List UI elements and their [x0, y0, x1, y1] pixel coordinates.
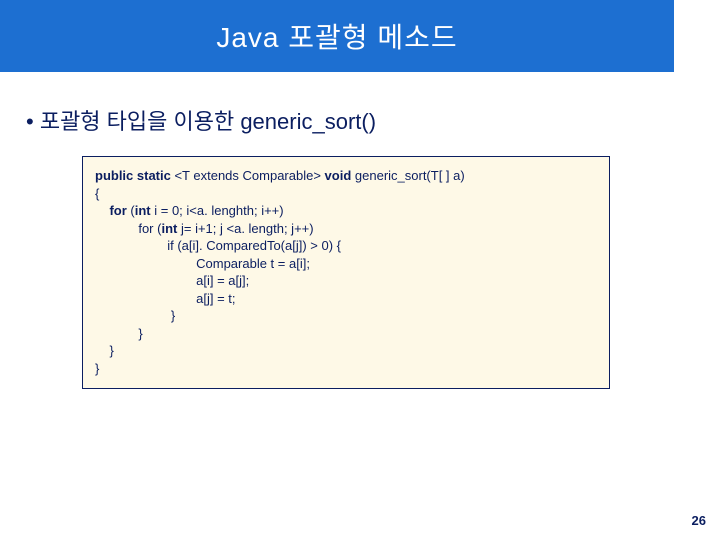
- code-line-5: if (a[i]. ComparedTo(a[j]) > 0) {: [95, 237, 597, 255]
- slide-title: Java 포괄형 메소드: [216, 16, 457, 56]
- kw-void: void: [321, 168, 351, 183]
- code-sig: generic_sort(T[ ] a): [351, 168, 464, 183]
- code-line-12: }: [95, 360, 597, 378]
- code-box: public static <T extends Comparable> voi…: [82, 156, 610, 389]
- title-bar: Java 포괄형 메소드: [0, 0, 674, 72]
- code-generic-decl: <T extends Comparable>: [174, 168, 320, 183]
- kw-for-1: for: [95, 203, 127, 218]
- code-line-2: {: [95, 185, 597, 203]
- code-line-8: a[j] = t;: [95, 290, 597, 308]
- code-line-10: }: [95, 325, 597, 343]
- code-line-1: public static <T extends Comparable> voi…: [95, 167, 597, 185]
- page-number: 26: [692, 513, 706, 528]
- code-line-4: for (int j= i+1; j <a. length; j++): [95, 220, 597, 238]
- code-line-9: }: [95, 307, 597, 325]
- code-l3d: i = 0; i<a. lenghth; i++): [151, 203, 284, 218]
- code-l3b: (: [127, 203, 135, 218]
- kw-int-2: int: [161, 221, 177, 236]
- code-line-11: }: [95, 342, 597, 360]
- bullet-text: 포괄형 타입을 이용한 generic_sort(): [40, 109, 376, 134]
- code-line-6: Comparable t = a[i];: [95, 255, 597, 273]
- code-line-7: a[i] = a[j];: [95, 272, 597, 290]
- code-l4c: j= i+1; j <a. length; j++): [177, 221, 313, 236]
- bullet-marker: •: [26, 109, 34, 134]
- code-line-3: for (int i = 0; i<a. lenghth; i++): [95, 202, 597, 220]
- kw-public-static: public static: [95, 168, 174, 183]
- bullet-line: • 포괄형 타입을 이용한 generic_sort(): [26, 104, 376, 136]
- code-l4a: for (: [95, 221, 161, 236]
- kw-int-1: int: [135, 203, 151, 218]
